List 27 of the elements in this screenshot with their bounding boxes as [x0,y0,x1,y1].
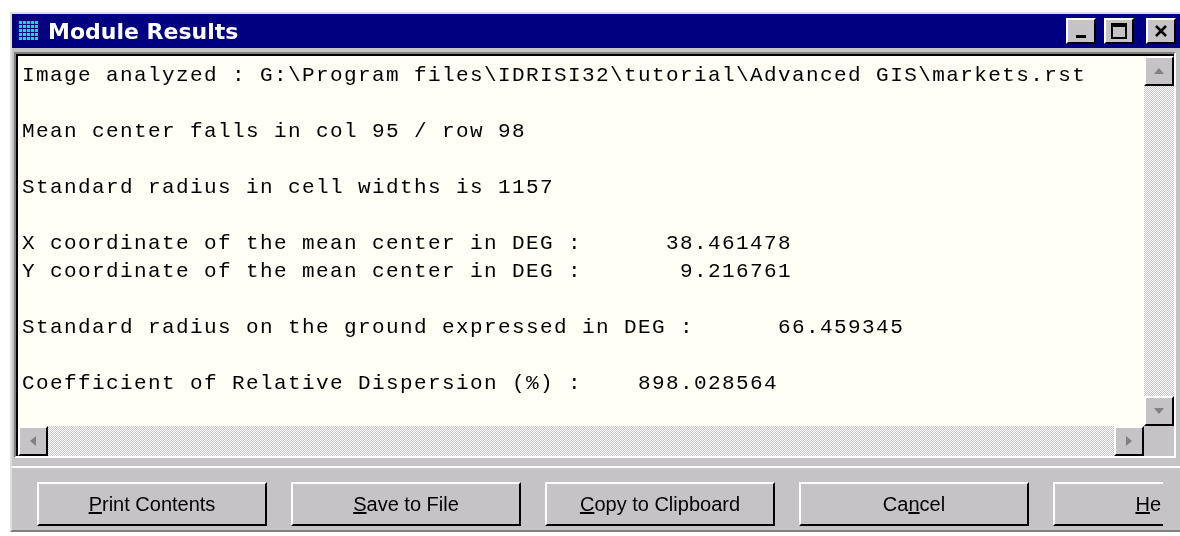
dialog-button[interactable]: Save to File [291,482,521,526]
close-icon [1154,24,1168,38]
results-text-area[interactable] [16,54,1144,426]
app-icon [18,20,40,42]
result-line: Mean center falls in col 95 / row 98 [22,119,528,145]
window-title: Module Results [48,18,240,44]
maximize-icon [1111,23,1127,39]
dialog-button[interactable]: He [1053,482,1163,526]
result-line: X coordinate of the mean center in DEG : 38.461478 [22,231,794,257]
horizontal-scrollbar[interactable] [16,426,1144,456]
minimize-button[interactable] [1066,18,1096,44]
minimize-icon [1076,34,1086,38]
scroll-left-button[interactable] [18,426,48,456]
maximize-button[interactable] [1104,18,1134,44]
scroll-down-button[interactable] [1144,396,1174,426]
result-line: Y coordinate of the mean center in DEG : 9.216761 [22,259,794,285]
dialog-button[interactable]: Copy to Clipboard [545,482,775,526]
result-line: Standard radius on the ground expressed in DEG : 66.459345 [22,315,906,341]
result-line: Coefficient of Relative Dispersion (%) : 898.028564 [22,371,780,397]
dialog-button[interactable]: Print Contents [37,482,267,526]
scroll-up-button[interactable] [1144,56,1174,86]
result-line: Standard radius in cell widths is 1157 [22,175,556,201]
result-line: Image analyzed : G:\Program files\IDRISI32\tutorial\Advanced GIS\markets.rst [22,63,1088,89]
vertical-scrollbar[interactable] [1144,54,1174,426]
dialog-button[interactable]: Cancel [799,482,1029,526]
close-button[interactable] [1146,18,1176,44]
scroll-right-button[interactable] [1114,426,1144,456]
